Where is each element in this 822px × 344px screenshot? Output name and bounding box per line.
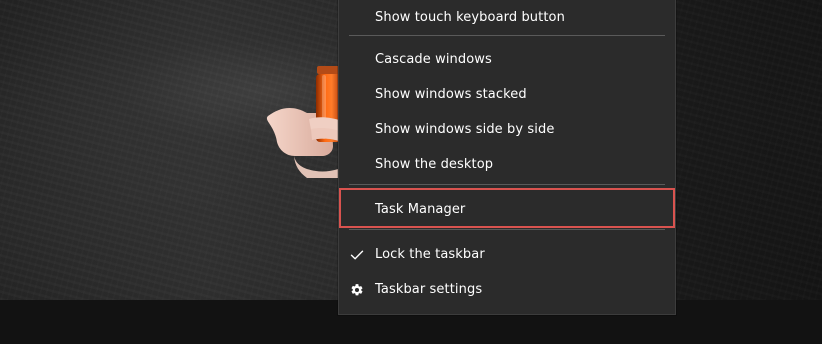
menu-item-label: Task Manager bbox=[375, 202, 466, 217]
menu-item-label: Show the desktop bbox=[375, 157, 494, 172]
menu-item-label: Lock the taskbar bbox=[375, 247, 485, 262]
menu-item-cascade-windows[interactable]: Cascade windows bbox=[339, 42, 675, 77]
check-icon bbox=[349, 247, 365, 263]
menu-item-show-the-desktop[interactable]: Show the desktop bbox=[339, 147, 675, 182]
menu-separator bbox=[349, 35, 665, 36]
taskbar-context-menu: Show touch keyboard button Cascade windo… bbox=[338, 0, 676, 315]
menu-item-lock-the-taskbar[interactable]: Lock the taskbar bbox=[339, 237, 675, 272]
menu-item-show-windows-side-by-side[interactable]: Show windows side by side bbox=[339, 112, 675, 147]
desktop-screen: Show touch keyboard button Cascade windo… bbox=[0, 0, 822, 344]
menu-item-label: Show windows side by side bbox=[375, 122, 555, 137]
menu-item-label: Taskbar settings bbox=[375, 282, 483, 297]
menu-item-show-touch-keyboard-button[interactable]: Show touch keyboard button bbox=[339, 0, 675, 35]
menu-item-label: Cascade windows bbox=[375, 52, 492, 67]
menu-item-label: Show windows stacked bbox=[375, 87, 527, 102]
menu-separator bbox=[349, 229, 665, 230]
menu-item-task-manager[interactable]: Task Manager bbox=[339, 192, 675, 227]
menu-separator bbox=[349, 184, 665, 185]
gear-icon bbox=[349, 282, 365, 298]
menu-item-label: Show touch keyboard button bbox=[375, 10, 565, 25]
menu-item-taskbar-settings[interactable]: Taskbar settings bbox=[339, 272, 675, 307]
menu-item-show-windows-stacked[interactable]: Show windows stacked bbox=[339, 77, 675, 112]
